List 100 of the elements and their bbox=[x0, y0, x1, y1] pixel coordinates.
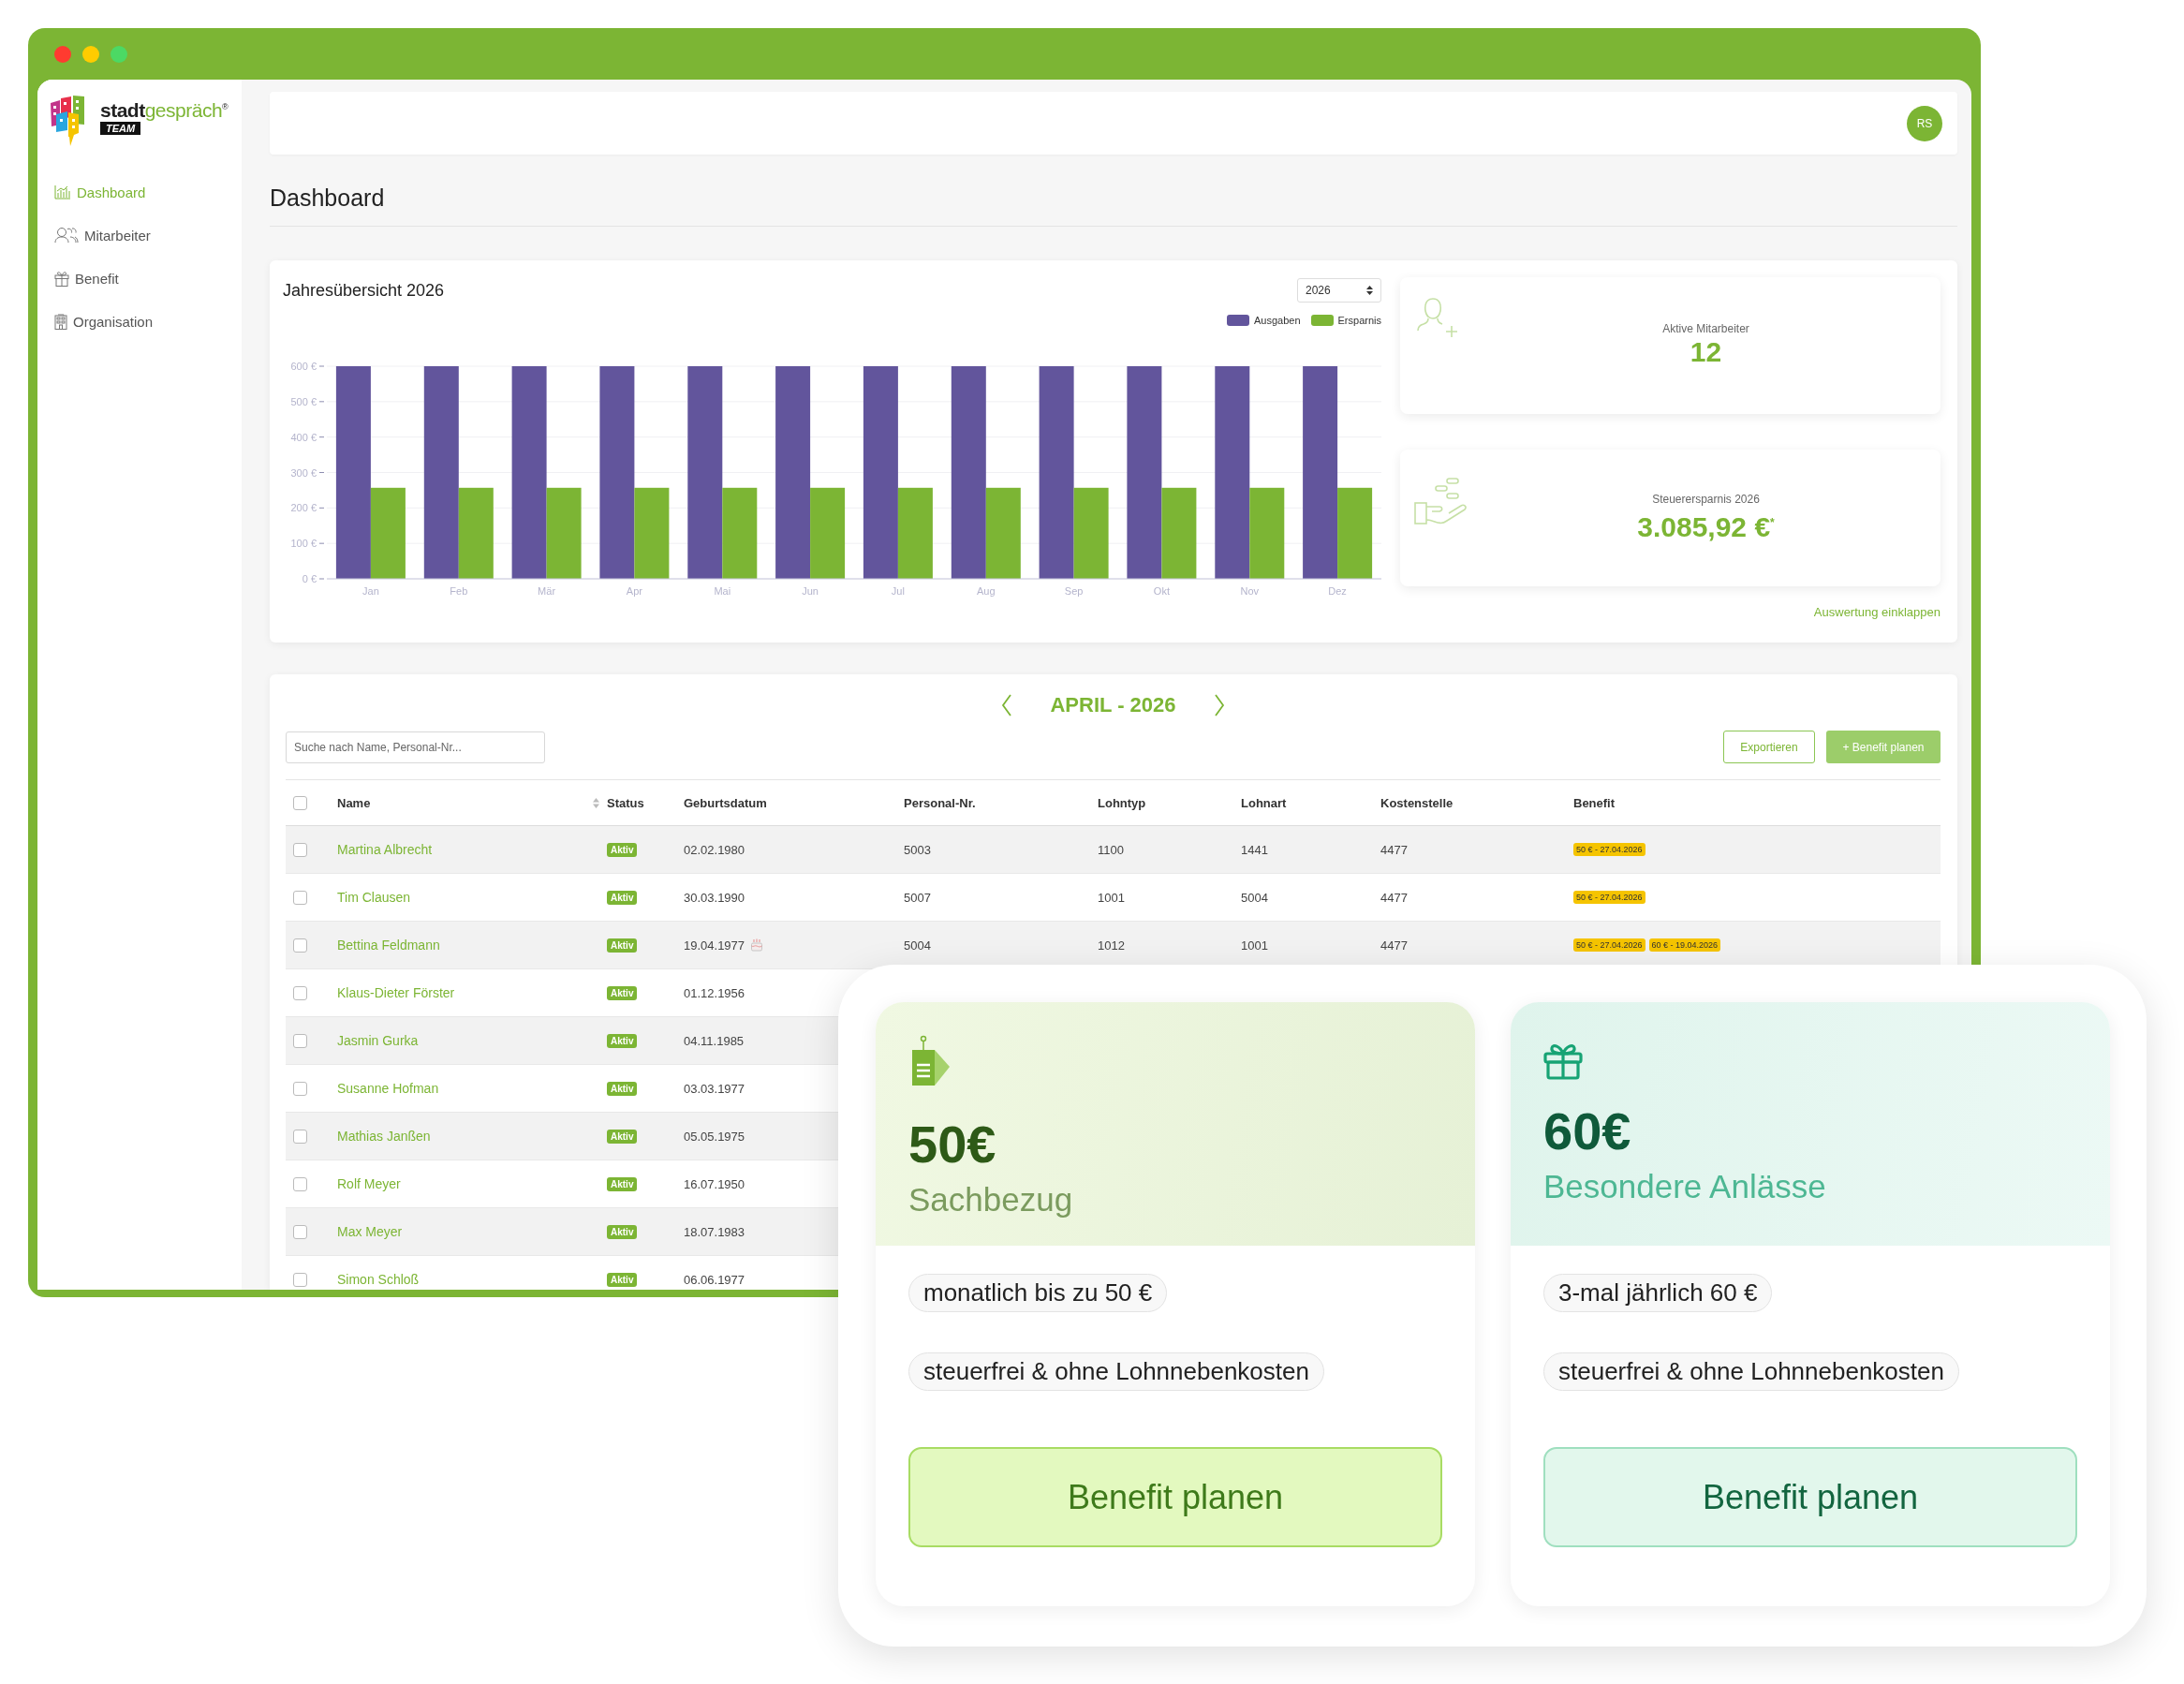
table-cell: 5004 bbox=[1241, 890, 1268, 905]
status-badge: Aktiv bbox=[607, 890, 638, 905]
table-cell: 1441 bbox=[1241, 842, 1268, 857]
gift-icon bbox=[54, 270, 69, 287]
collapse-link[interactable]: Auswertung einklappen bbox=[1813, 605, 1941, 619]
axis-category-label: Dez bbox=[1328, 585, 1347, 597]
sidebar-item[interactable]: Mitarbeiter bbox=[37, 214, 242, 257]
sidebar-item[interactable]: Organisation bbox=[37, 300, 242, 343]
table-cell: 4477 bbox=[1380, 842, 1408, 857]
column-header[interactable]: Lohnart bbox=[1241, 795, 1287, 810]
plan-benefit-button[interactable]: Benefit planen bbox=[1543, 1447, 2077, 1547]
column-header[interactable]: Benefit bbox=[1573, 795, 1616, 810]
column-header[interactable]: Personal-Nr. bbox=[904, 795, 976, 810]
minimize-button[interactable] bbox=[82, 45, 99, 63]
bar-chart-icon bbox=[54, 185, 71, 199]
employee-name-link[interactable]: Rolf Meyer bbox=[337, 1176, 401, 1191]
table-cell: 4477 bbox=[1380, 938, 1408, 953]
table-cell: 05.05.1975 bbox=[684, 1129, 745, 1144]
row-checkbox[interactable] bbox=[293, 890, 307, 905]
feature-pill: monatlich bis zu 50 € bbox=[908, 1274, 1168, 1312]
axis-category-label: Feb bbox=[450, 585, 468, 597]
column-header[interactable]: Name bbox=[337, 795, 371, 810]
axis-category-label: Sep bbox=[1064, 585, 1084, 597]
employee-name-link[interactable]: Jasmin Gurka bbox=[337, 1033, 419, 1048]
logo-badge: TEAM bbox=[100, 122, 141, 135]
table-cell: 5004 bbox=[904, 938, 931, 953]
axis-tick-label: 200 € bbox=[290, 502, 317, 514]
axis-tick-label: 300 € bbox=[290, 466, 317, 479]
column-header[interactable]: Kostenstelle bbox=[1380, 795, 1454, 810]
year-select[interactable]: 2026 bbox=[1297, 278, 1381, 303]
sidebar-item[interactable]: Benefit bbox=[37, 257, 242, 300]
column-header[interactable]: Status bbox=[607, 795, 644, 810]
plan-benefit-button[interactable]: + Benefit planen bbox=[1826, 731, 1941, 763]
table-cell: 5003 bbox=[904, 842, 931, 857]
status-badge: Aktiv bbox=[607, 985, 638, 1000]
row-checkbox[interactable] bbox=[293, 1081, 307, 1096]
row-checkbox[interactable] bbox=[293, 842, 307, 857]
legend-swatch bbox=[1227, 315, 1249, 326]
sort-arrows-icon bbox=[1366, 286, 1373, 295]
axis-tick-label: 400 € bbox=[290, 431, 317, 443]
employee-name-link[interactable]: Max Meyer bbox=[337, 1224, 403, 1239]
table-cell: 16.07.1950 bbox=[684, 1176, 745, 1191]
table-cell: 18.07.1983 bbox=[684, 1224, 745, 1239]
status-badge: Aktiv bbox=[607, 1272, 638, 1287]
stat-value: 3.085,92 €$^{*}$ bbox=[1637, 510, 1775, 544]
row-checkbox[interactable] bbox=[293, 1033, 307, 1048]
gift-icon bbox=[1543, 1042, 1583, 1080]
table-cell: 03.03.1977 bbox=[684, 1081, 745, 1096]
employee-name-link[interactable]: Tim Clausen bbox=[337, 890, 411, 905]
table-cell: 01.12.1956 bbox=[684, 985, 745, 1000]
axis-category-label: Jan bbox=[362, 585, 379, 597]
employee-name-link[interactable]: Klaus-Dieter Förster bbox=[337, 985, 455, 1000]
feature-pill: 3-mal jährlich 60 € bbox=[1543, 1274, 1773, 1312]
status-badge: Aktiv bbox=[607, 938, 638, 953]
table-cell: 30.03.1990 bbox=[684, 890, 745, 905]
employee-name-link[interactable]: Susanne Hofman bbox=[337, 1081, 439, 1096]
next-month-button[interactable] bbox=[1213, 694, 1225, 716]
employee-name-link[interactable]: Martina Albrecht bbox=[337, 842, 433, 857]
sidebar-item[interactable]: Dashboard bbox=[37, 170, 242, 214]
plan-benefit-button[interactable]: Benefit planen bbox=[908, 1447, 1442, 1547]
benefit-tag: 60 € - 19.04.2026 bbox=[1648, 938, 1721, 952]
status-badge: Aktiv bbox=[607, 1081, 638, 1096]
search-field[interactable]: Suche nach Name, Personal-Nr... bbox=[286, 731, 545, 763]
export-button[interactable]: Exportieren bbox=[1723, 731, 1815, 763]
column-header[interactable]: Lohntyp bbox=[1098, 795, 1146, 810]
axis-tick-label: 0 € bbox=[302, 573, 317, 584]
benefit-amount: 50€ bbox=[908, 1115, 997, 1174]
axis-category-label: Jul bbox=[891, 585, 905, 597]
axis-category-label: Mai bbox=[714, 585, 731, 597]
status-badge: Aktiv bbox=[607, 1129, 638, 1144]
maximize-button[interactable] bbox=[111, 45, 127, 63]
chevron-left-icon bbox=[1001, 694, 1013, 716]
logo-wordmark: stadtgespräch$^{®}$ bbox=[100, 98, 229, 121]
user-avatar[interactable]: RS bbox=[1907, 105, 1942, 141]
month-label: APRIL - 2026 bbox=[1050, 693, 1176, 717]
select-all-checkbox[interactable] bbox=[293, 795, 307, 810]
employee-name-link[interactable]: Bettina Feldmann bbox=[337, 938, 440, 953]
row-checkbox[interactable] bbox=[293, 938, 307, 953]
row-checkbox[interactable] bbox=[293, 1272, 307, 1287]
row-checkbox[interactable] bbox=[293, 1129, 307, 1144]
row-checkbox[interactable] bbox=[293, 1224, 307, 1239]
axis-tick-label: 100 € bbox=[290, 538, 317, 550]
employee-name-link[interactable]: Mathias Janßen bbox=[337, 1129, 431, 1144]
close-button[interactable] bbox=[54, 45, 71, 63]
previous-month-button[interactable] bbox=[1001, 694, 1013, 716]
table-cell: 06.06.1977 bbox=[684, 1272, 745, 1287]
table-cell: 1001 bbox=[1098, 890, 1125, 905]
column-header[interactable]: Geburtsdatum bbox=[684, 795, 767, 810]
table-cell: 19.04.1977 bbox=[684, 938, 745, 953]
table-cell: 04.11.1985 bbox=[684, 1033, 745, 1048]
table-cell: 02.02.1980 bbox=[684, 842, 745, 857]
benefit-title: Besondere Anlässe bbox=[1543, 1167, 1827, 1206]
row-checkbox[interactable] bbox=[293, 985, 307, 1000]
row-checkbox[interactable] bbox=[293, 1176, 307, 1191]
benefit-tag: 50 € - 27.04.2026 bbox=[1573, 891, 1645, 904]
axis-category-label: Okt bbox=[1153, 585, 1170, 597]
status-badge: Aktiv bbox=[607, 1033, 638, 1048]
sort-icon[interactable] bbox=[593, 797, 599, 808]
employee-name-link[interactable]: Simon Schloß bbox=[337, 1272, 420, 1287]
building-icon bbox=[54, 313, 67, 330]
